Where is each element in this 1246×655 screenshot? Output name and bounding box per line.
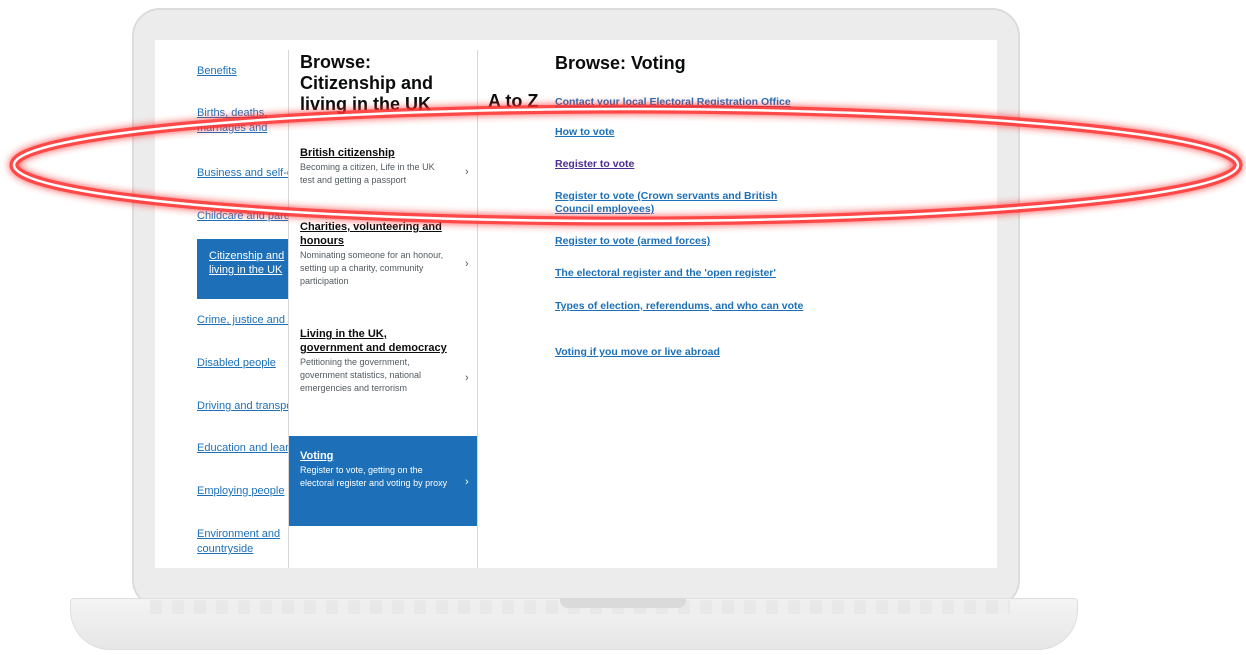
atoz-label: A to Z <box>488 91 539 111</box>
sidebar-item-citizenship[interactable]: Citizenship and living in the UK <box>197 239 288 299</box>
topic-british-citizenship[interactable]: British citizenship Becoming a citizen, … <box>300 146 450 187</box>
sidebar-item-childcare[interactable]: Childcare and parenting <box>197 209 288 224</box>
sidebar-item-citizenship-label: Citizenship and living in the UK <box>209 250 285 276</box>
chevron-right-icon: › <box>465 476 469 488</box>
sidebar-item-driving[interactable]: Driving and transport <box>197 399 288 414</box>
chevron-right-icon: › <box>465 258 469 270</box>
topic-title: Living in the UK, government and democra… <box>300 328 447 354</box>
voting-heading: Browse: Voting <box>555 53 686 73</box>
topic-title: Charities, volunteering and honours <box>300 221 442 247</box>
topic-voting-text: Voting Register to vote, getting on the … <box>300 449 450 490</box>
sidebar-item-education[interactable]: Education and learning <box>197 441 288 456</box>
chevron-right-icon: › <box>465 166 469 178</box>
sidebar-item-crime[interactable]: Crime, justice and the law <box>197 313 288 328</box>
sidebar-item-environment[interactable]: Environment and countryside <box>197 527 288 559</box>
link-contact-ero[interactable]: Contact your local Electoral Registratio… <box>555 96 815 109</box>
chevron-right-icon: › <box>465 372 469 384</box>
topic-description: Nominating someone for an honour, settin… <box>300 250 444 286</box>
link-register-armed-forces[interactable]: Register to vote (armed forces) <box>555 235 815 248</box>
link-register-crown-servants[interactable]: Register to vote (Crown servants and Bri… <box>555 190 815 216</box>
topic-charities[interactable]: Charities, volunteering and honours Nomi… <box>300 220 450 288</box>
laptop-notch <box>560 598 686 608</box>
link-types-of-election[interactable]: Types of election, referendums, and who … <box>555 300 815 313</box>
link-register-to-vote[interactable]: Register to vote <box>555 158 815 171</box>
topic-description: Becoming a citizen, Life in the UK test … <box>300 162 435 185</box>
sidebar-item-births[interactable]: Births, deaths, marriages and care <box>197 106 288 136</box>
sidebar-item-disabled[interactable]: Disabled people <box>197 356 288 371</box>
topic-living-in-uk[interactable]: Living in the UK, government and democra… <box>300 327 450 395</box>
link-voting-abroad[interactable]: Voting if you move or live abroad <box>555 346 815 359</box>
sidebar-item-employing[interactable]: Employing people <box>197 484 288 499</box>
topic-voting[interactable]: Voting Register to vote, getting on the … <box>289 436 477 526</box>
sidebar-item-benefits[interactable]: Benefits <box>197 64 288 79</box>
topic-description: Petitioning the government, government s… <box>300 357 422 393</box>
link-electoral-register[interactable]: The electoral register and the 'open reg… <box>555 267 815 280</box>
link-how-to-vote[interactable]: How to vote <box>555 126 815 139</box>
browse-categories-column: Benefits Births, deaths, marriages and c… <box>155 40 288 568</box>
topic-title: British citizenship <box>300 147 395 159</box>
topic-title: Voting <box>300 450 334 462</box>
citizenship-heading: Browse: Citizenship and living in the UK <box>300 52 434 114</box>
sidebar-item-business[interactable]: Business and self-employed <box>197 166 288 181</box>
topic-description: Register to vote, getting on the elector… <box>300 465 448 488</box>
citizenship-column: Browse: Citizenship and living in the UK… <box>289 40 477 568</box>
voting-column: A to Z Browse: Voting Contact your local… <box>478 40 997 568</box>
laptop-screen: Benefits Births, deaths, marriages and c… <box>155 40 997 568</box>
